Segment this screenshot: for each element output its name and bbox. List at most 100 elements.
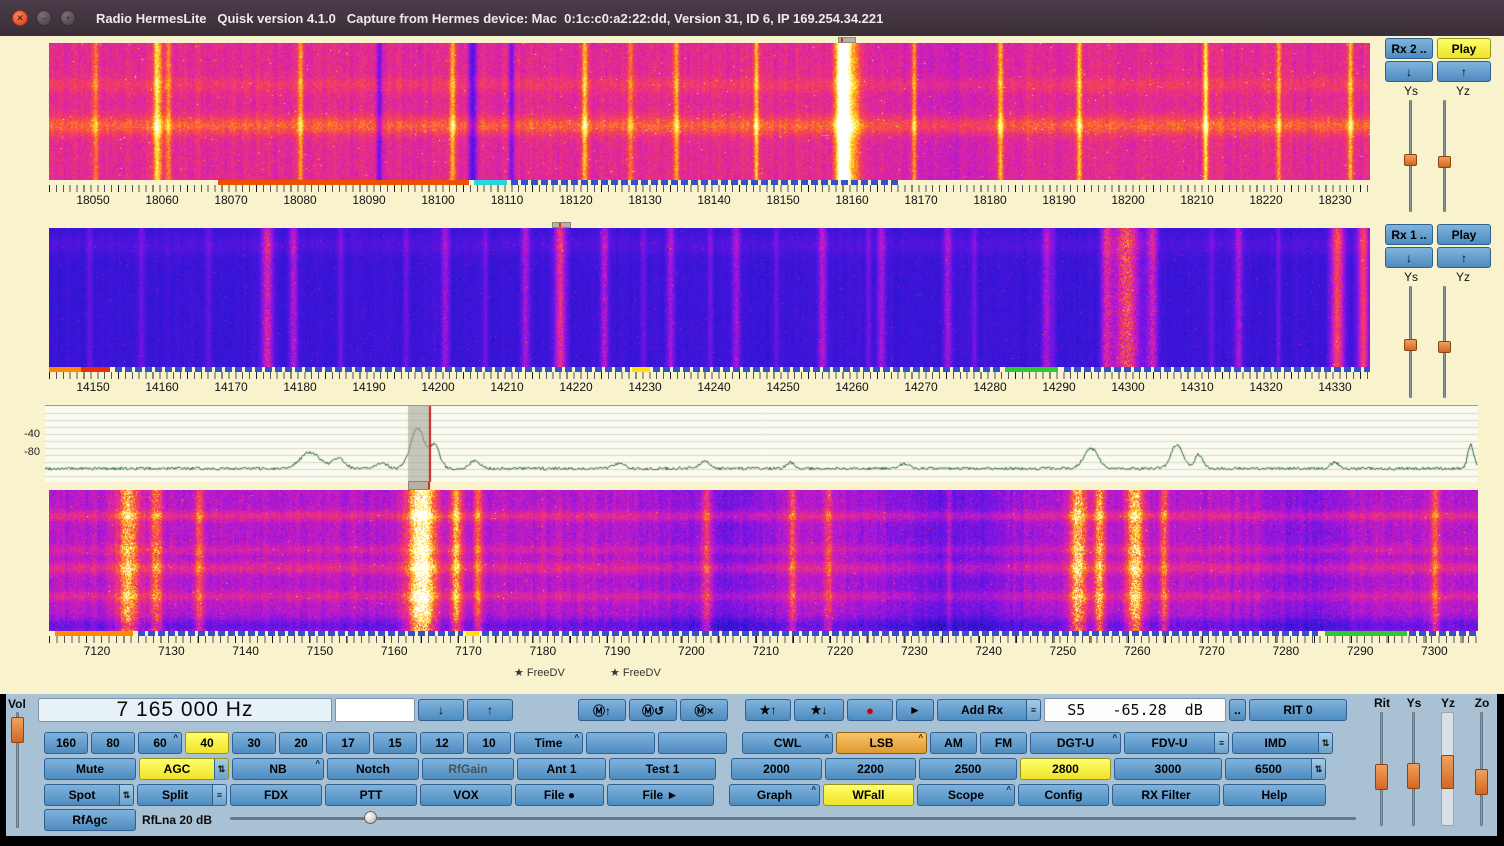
rx1-up-button[interactable]: ↑: [1437, 247, 1491, 268]
mem-save-button[interactable]: Ⓜ↑: [578, 699, 626, 721]
mute-button[interactable]: Mute: [44, 758, 136, 780]
spot-button[interactable]: Spot⇅: [44, 784, 134, 806]
file-play-button[interactable]: File ►: [607, 784, 714, 806]
band-10-button[interactable]: 10: [467, 732, 511, 754]
rx1-down-button[interactable]: ↓: [1385, 247, 1433, 268]
smeter-menu-button[interactable]: ..: [1229, 699, 1246, 721]
rit-slider[interactable]: [1374, 712, 1390, 826]
waterfall-rx2-canvas[interactable]: [49, 43, 1370, 180]
filter-2800-button[interactable]: 2800: [1020, 758, 1111, 780]
filter-2500-button[interactable]: 2500: [919, 758, 1017, 780]
slider-handle[interactable]: [1475, 769, 1488, 795]
filter-2000-button[interactable]: 2000: [731, 758, 822, 780]
band-time-button[interactable]: Time^: [514, 732, 583, 754]
mem-next-button[interactable]: Ⓜ↺: [629, 699, 677, 721]
slider-handle[interactable]: [1404, 339, 1417, 351]
mode-dgt-u-button[interactable]: DGT-U^: [1030, 732, 1121, 754]
graph-button[interactable]: Graph^: [729, 784, 820, 806]
mem-delete-button[interactable]: Ⓜ×: [680, 699, 728, 721]
test-1-button[interactable]: Test 1: [609, 758, 716, 780]
band-160-button[interactable]: 160: [44, 732, 88, 754]
band-30-button[interactable]: 30: [232, 732, 276, 754]
ys-slider[interactable]: [1406, 712, 1422, 826]
freq-step-down-button[interactable]: ↓: [418, 699, 464, 721]
agc-button[interactable]: AGC⇅: [139, 758, 229, 780]
wfall-button[interactable]: WFall: [823, 784, 914, 806]
band-17-button[interactable]: 17: [326, 732, 370, 754]
fav-go-button[interactable]: ★↓: [794, 699, 844, 721]
rx1-yz-slider[interactable]: [1437, 286, 1453, 398]
maximize-button[interactable]: +: [60, 10, 76, 26]
slider-handle[interactable]: [364, 811, 377, 824]
band-20-button[interactable]: 20: [279, 732, 323, 754]
nb-button[interactable]: NB^: [232, 758, 324, 780]
rx2-up-button[interactable]: ↑: [1437, 61, 1491, 82]
record-button[interactable]: ●: [847, 699, 893, 721]
frequency-entry[interactable]: [335, 698, 415, 722]
spin-control-icon[interactable]: ⇅: [119, 785, 133, 805]
slider-handle[interactable]: [1441, 755, 1454, 789]
playback-button[interactable]: ►: [896, 699, 934, 721]
slider-handle[interactable]: [1375, 764, 1388, 790]
slider-handle[interactable]: [1407, 763, 1420, 789]
main-tune-cursor[interactable]: [408, 481, 430, 490]
list-menu-icon[interactable]: ≡: [1026, 700, 1040, 720]
rx-filter-button[interactable]: RX Filter: [1112, 784, 1220, 806]
band-60-button[interactable]: 60^: [138, 732, 182, 754]
waterfall-rx1-canvas[interactable]: [49, 228, 1370, 367]
yz-slider[interactable]: [1439, 712, 1457, 826]
filter-6500-button[interactable]: 6500⇅: [1225, 758, 1326, 780]
filter-2200-button[interactable]: 2200: [825, 758, 916, 780]
rfgain-button[interactable]: RfGain: [422, 758, 514, 780]
help-button[interactable]: Help: [1223, 784, 1326, 806]
rx1-play-button[interactable]: Play: [1437, 224, 1491, 245]
slider-handle[interactable]: [1438, 341, 1451, 353]
ant-1-button[interactable]: Ant 1: [517, 758, 606, 780]
band-15-button[interactable]: 15: [373, 732, 417, 754]
list-menu-icon[interactable]: ≡: [212, 785, 226, 805]
fdx-button[interactable]: FDX: [230, 784, 322, 806]
mode-cwl-button[interactable]: CWL^: [742, 732, 833, 754]
mode-am-button[interactable]: AM: [930, 732, 977, 754]
list-menu-icon[interactable]: ≡: [1214, 733, 1228, 753]
rx1-menu-button[interactable]: Rx 1 ..: [1385, 224, 1433, 245]
mode-imd-button[interactable]: IMD⇅: [1232, 732, 1333, 754]
notch-button[interactable]: Notch: [327, 758, 419, 780]
rflna-slider[interactable]: [230, 811, 1356, 825]
freq-step-up-button[interactable]: ↑: [467, 699, 513, 721]
close-button[interactable]: ✕: [12, 10, 28, 26]
spin-control-icon[interactable]: ⇅: [214, 759, 228, 779]
band-12-button[interactable]: 12: [420, 732, 464, 754]
filter-3000-button[interactable]: 3000: [1114, 758, 1222, 780]
mode-fdv-u-button[interactable]: FDV-U≡: [1124, 732, 1229, 754]
rit-button[interactable]: RIT 0: [1249, 699, 1347, 721]
zo-slider[interactable]: [1474, 712, 1490, 826]
rx2-play-button[interactable]: Play: [1437, 38, 1491, 59]
spin-control-icon[interactable]: ⇅: [1311, 759, 1325, 779]
ptt-button[interactable]: PTT: [325, 784, 417, 806]
spin-control-icon[interactable]: ⇅: [1318, 733, 1332, 753]
slider-handle[interactable]: [1438, 156, 1451, 168]
frequency-scale-rx1[interactable]: 1415014160141701418014190142001421014220…: [49, 380, 1370, 398]
frequency-scale-main[interactable]: 7120713071407150716071707180719072007210…: [49, 644, 1478, 662]
rx2-menu-button[interactable]: Rx 2 ..: [1385, 38, 1433, 59]
slider-handle[interactable]: [11, 717, 24, 743]
vox-button[interactable]: VOX: [420, 784, 512, 806]
split-button[interactable]: Split≡: [137, 784, 227, 806]
band-blank-2-button[interactable]: [658, 732, 727, 754]
waterfall-main-canvas[interactable]: [49, 490, 1478, 631]
file-record-button[interactable]: File ●: [515, 784, 604, 806]
spectrum-graph-canvas[interactable]: [45, 406, 1478, 482]
band-blank-1-button[interactable]: [586, 732, 655, 754]
mode-lsb-button[interactable]: LSB^: [836, 732, 927, 754]
mode-fm-button[interactable]: FM: [980, 732, 1027, 754]
rx2-ys-slider[interactable]: [1403, 100, 1419, 212]
band-40-button[interactable]: 40: [185, 732, 229, 754]
frequency-scale-rx2[interactable]: 1805018060180701808018090181001811018120…: [49, 193, 1370, 211]
volume-slider[interactable]: [10, 712, 26, 828]
fav-add-button[interactable]: ★↑: [745, 699, 791, 721]
band-80-button[interactable]: 80: [91, 732, 135, 754]
config-button[interactable]: Config: [1018, 784, 1109, 806]
add-rx-button[interactable]: Add Rx≡: [937, 699, 1041, 721]
rfagc-button[interactable]: RfAgc: [44, 809, 136, 831]
